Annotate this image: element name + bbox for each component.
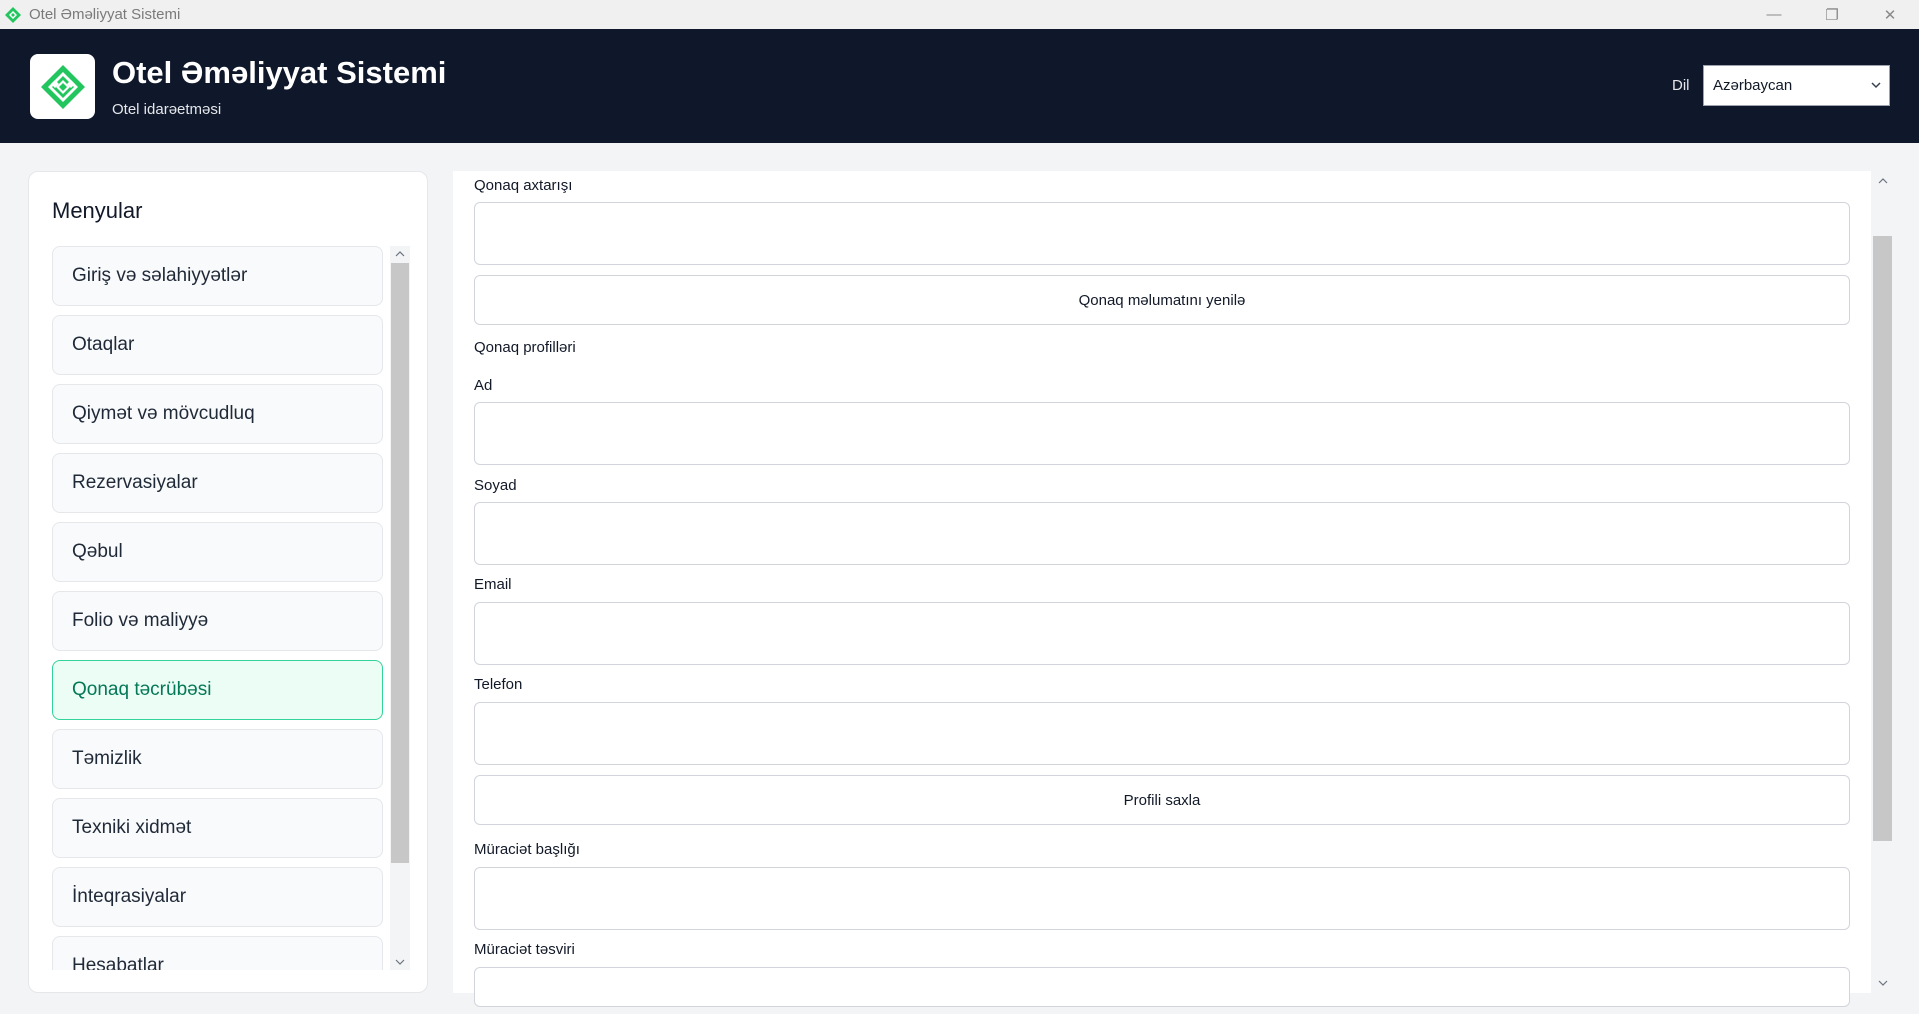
guest-search-label: Qonaq axtarışı: [474, 177, 573, 194]
app-logo-icon: [3, 5, 23, 25]
close-icon: ✕: [1883, 6, 1897, 24]
email-input[interactable]: [474, 602, 1850, 665]
menu-list: Giriş və səlahiyyətlər Otaqlar Qiymət və…: [52, 246, 412, 970]
sidebar-item-integrations[interactable]: İnteqrasiyalar: [52, 867, 383, 927]
sidebar-item-rooms[interactable]: Otaqlar: [52, 315, 383, 375]
sidebar-item-guest-experience[interactable]: Qonaq təcrübəsi: [52, 660, 383, 720]
refresh-guest-button[interactable]: Qonaq məlumatını yenilə: [474, 275, 1850, 325]
sidebar-item-label: İnteqrasiyalar: [72, 886, 187, 907]
language-value: Azərbaycan: [1713, 77, 1793, 94]
guest-experience-panel: Qonaq axtarışı Qonaq məlumatını yenilə Q…: [453, 171, 1894, 1007]
app-logo: [30, 54, 95, 119]
email-label: Email: [474, 576, 512, 593]
sidebar-item-label: Giriş və səlahiyyətlər: [72, 265, 248, 286]
request-title-label: Müraciət başlığı: [474, 841, 580, 858]
app-subtitle: Otel idarəetməsi: [112, 101, 222, 118]
first-name-input[interactable]: [474, 402, 1850, 465]
last-name-input[interactable]: [474, 502, 1850, 565]
guest-profiles-heading: Qonaq profilləri: [474, 339, 576, 356]
sidebar-item-front-desk[interactable]: Qəbul: [52, 522, 383, 582]
language-label: Dil: [1672, 77, 1690, 94]
restore-icon: ❐: [1825, 6, 1839, 24]
app-header: Otel Əməliyyat Sistemi Otel idarəetməsi …: [0, 29, 1919, 143]
chevron-down-icon: [1870, 78, 1882, 95]
sidebar-item-label: Təmizlik: [72, 748, 142, 769]
chevron-up-icon[interactable]: [1871, 173, 1894, 189]
sidebar-item-housekeeping[interactable]: Təmizlik: [52, 729, 383, 789]
phone-input[interactable]: [474, 702, 1850, 765]
sidebar: Menyular Giriş və səlahiyyətlər Otaqlar …: [28, 171, 428, 993]
save-profile-button[interactable]: Profili saxla: [474, 775, 1850, 825]
request-description-label: Müraciət təsviri: [474, 941, 575, 958]
first-name-label: Ad: [474, 377, 493, 394]
guest-search-input[interactable]: [474, 202, 1850, 265]
sidebar-scrollbar[interactable]: [390, 246, 410, 970]
last-name-label: Soyad: [474, 477, 517, 494]
chevron-down-icon[interactable]: [1871, 975, 1894, 991]
sidebar-item-label: Otaqlar: [72, 334, 135, 355]
sidebar-item-reports[interactable]: Hesabatlar: [52, 936, 383, 970]
window-title: Otel Əməliyyat Sistemi: [29, 6, 181, 23]
request-description-input[interactable]: [474, 967, 1850, 1007]
close-button[interactable]: ✕: [1861, 0, 1919, 29]
main-scrollbar[interactable]: [1871, 171, 1894, 993]
language-select[interactable]: Azərbaycan: [1703, 65, 1890, 106]
chevron-up-icon[interactable]: [390, 246, 410, 262]
minimize-button[interactable]: —: [1745, 0, 1803, 29]
sidebar-item-folio[interactable]: Folio və maliyyə: [52, 591, 383, 651]
sidebar-title: Menyular: [52, 198, 143, 223]
sidebar-item-login[interactable]: Giriş və səlahiyyətlər: [52, 246, 383, 306]
main-scroll-thumb[interactable]: [1873, 236, 1892, 841]
sidebar-item-label: Hesabatlar: [72, 955, 164, 970]
sidebar-scroll-thumb[interactable]: [391, 263, 409, 863]
sidebar-item-label: Folio və maliyyə: [72, 610, 209, 631]
sidebar-item-rates[interactable]: Qiymət və mövcudluq: [52, 384, 383, 444]
sidebar-item-label: Qəbul: [72, 541, 123, 562]
sidebar-item-maintenance[interactable]: Texniki xidmət: [52, 798, 383, 858]
sidebar-item-label: Rezervasiyalar: [72, 472, 198, 493]
maximize-button[interactable]: ❐: [1803, 0, 1861, 29]
sidebar-item-label: Qiymət və mövcudluq: [72, 403, 255, 424]
sidebar-item-label: Qonaq təcrübəsi: [72, 679, 212, 700]
minimize-icon: —: [1766, 6, 1782, 23]
logo-icon: [40, 64, 85, 109]
phone-label: Telefon: [474, 676, 523, 693]
request-title-input[interactable]: [474, 867, 1850, 930]
app-title: Otel Əməliyyat Sistemi: [112, 55, 447, 90]
window-titlebar: Otel Əməliyyat Sistemi — ❐ ✕: [0, 0, 1919, 29]
chevron-down-icon[interactable]: [390, 954, 410, 970]
sidebar-item-label: Texniki xidmət: [72, 817, 192, 838]
sidebar-item-reservations[interactable]: Rezervasiyalar: [52, 453, 383, 513]
